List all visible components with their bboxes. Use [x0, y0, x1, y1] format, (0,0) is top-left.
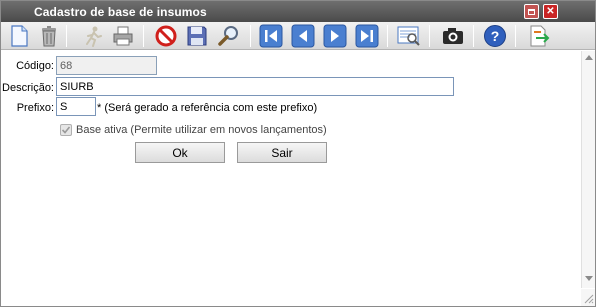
toolbar-separator	[473, 25, 474, 47]
exit-door-icon[interactable]	[525, 23, 552, 49]
toolbar-separator	[143, 25, 144, 47]
resize-grip[interactable]	[581, 289, 595, 306]
cancel-icon[interactable]	[152, 23, 179, 49]
base-ativa-checkbox[interactable]	[60, 124, 72, 136]
toolbar-separator	[429, 25, 430, 47]
svg-text:?: ?	[490, 28, 499, 44]
toolbar-separator	[515, 25, 516, 47]
first-record-icon[interactable]	[257, 23, 284, 49]
last-record-icon[interactable]	[353, 23, 380, 49]
save-disk-icon[interactable]	[183, 23, 210, 49]
new-document-icon[interactable]	[5, 23, 32, 49]
title-bar[interactable]: Cadastro de base de insumos ✕	[1, 1, 595, 22]
checkmark-icon	[61, 126, 71, 134]
prefixo-field[interactable]	[56, 97, 96, 116]
sair-button[interactable]: Sair	[237, 142, 327, 163]
maximize-button[interactable]	[524, 4, 539, 19]
codigo-label: Código:	[16, 60, 54, 72]
report-preview-icon[interactable]	[395, 23, 422, 49]
toolbar-separator	[250, 25, 251, 47]
resize-grip-icon	[584, 294, 594, 304]
codigo-field[interactable]	[56, 56, 157, 75]
vertical-scrollbar[interactable]	[581, 51, 595, 288]
descricao-field[interactable]	[56, 77, 454, 96]
dialog-window: Cadastro de base de insumos ✕ ? Código: …	[0, 0, 596, 307]
window-title: Cadastro de base de insumos	[34, 5, 207, 19]
descricao-label: Descrição:	[2, 82, 54, 94]
camera-icon[interactable]	[439, 23, 466, 49]
toolbar-separator	[66, 25, 67, 47]
next-record-icon[interactable]	[321, 23, 348, 49]
running-man-icon[interactable]	[79, 23, 106, 49]
prefixo-label: Prefixo:	[16, 102, 54, 114]
scroll-up-icon[interactable]	[585, 55, 593, 60]
help-icon[interactable]: ?	[481, 23, 508, 49]
ok-button[interactable]: Ok	[135, 142, 225, 163]
toolbar-separator	[387, 25, 388, 47]
toolbar: ?	[1, 22, 595, 50]
prefixo-hint: * (Será gerado a referência com este pre…	[97, 102, 318, 114]
close-button[interactable]: ✕	[543, 4, 558, 19]
search-magnifier-icon[interactable]	[215, 23, 242, 49]
printer-icon[interactable]	[109, 23, 136, 49]
previous-record-icon[interactable]	[289, 23, 316, 49]
trash-icon[interactable]	[35, 23, 62, 49]
scroll-down-icon[interactable]	[585, 276, 593, 281]
close-icon: ✕	[546, 6, 555, 17]
maximize-icon	[528, 8, 535, 15]
base-ativa-label: Base ativa (Permite utilizar em novos la…	[76, 124, 327, 136]
